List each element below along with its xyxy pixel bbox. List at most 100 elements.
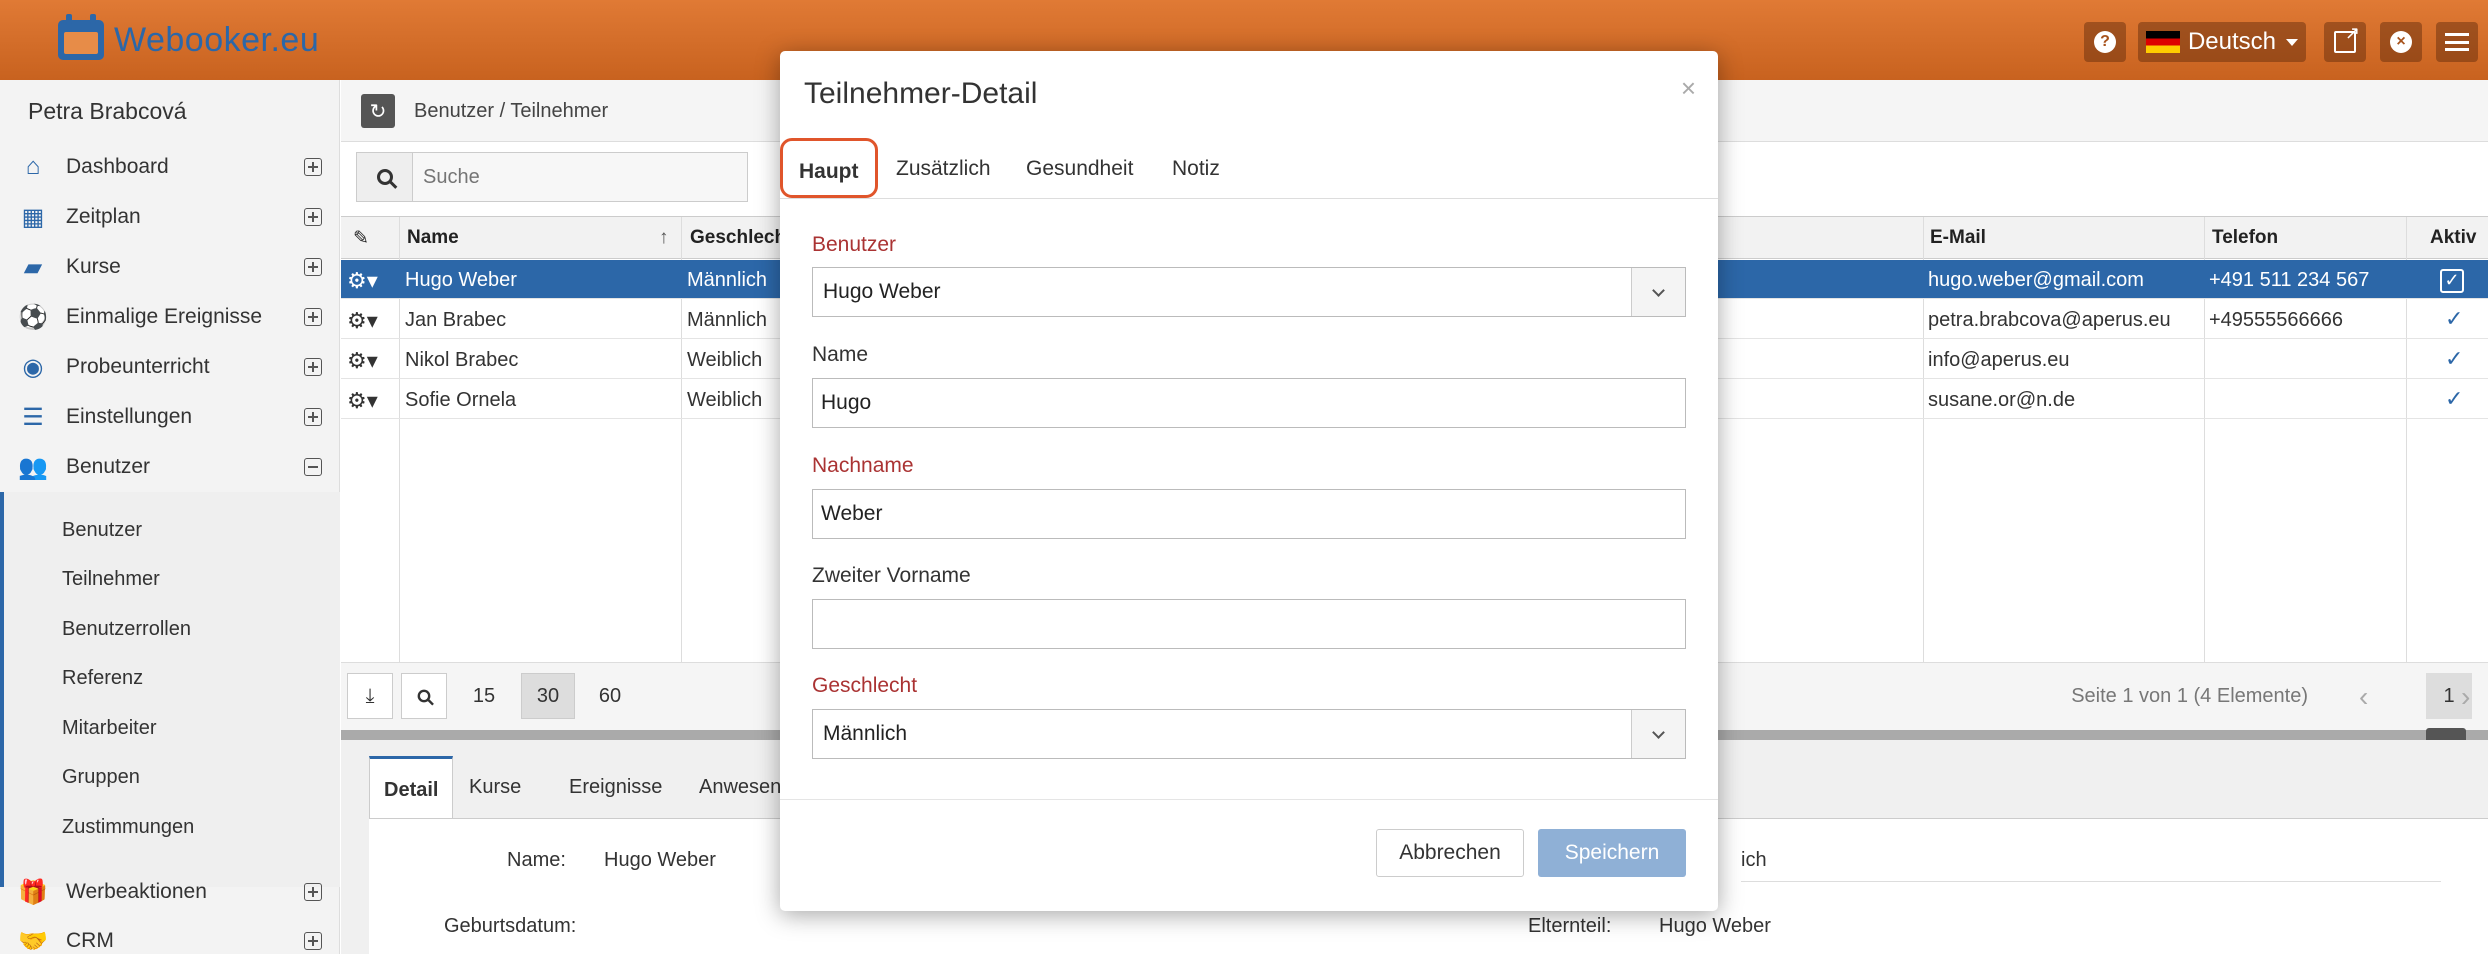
language-dropdown[interactable]: Deutsch bbox=[2138, 22, 2306, 62]
submenu-item-benutzer[interactable]: Benutzer bbox=[62, 519, 142, 542]
name-field[interactable]: Hugo bbox=[812, 378, 1686, 428]
expand-icon[interactable] bbox=[304, 932, 322, 950]
page-size-15[interactable]: 15 bbox=[461, 673, 507, 719]
expand-icon[interactable] bbox=[304, 208, 322, 226]
nachname-field[interactable]: Weber bbox=[812, 489, 1686, 539]
sidebar-item-dashboard[interactable]: ⌂ Dashboard bbox=[0, 142, 340, 192]
nachname-label: Nachname bbox=[812, 454, 914, 477]
tab-zusaetzlich[interactable]: Zusätzlich bbox=[896, 157, 991, 181]
column-header-name[interactable]: Name bbox=[407, 227, 459, 249]
user-name: Petra Brabcová bbox=[28, 98, 187, 124]
page-size-60[interactable]: 60 bbox=[587, 673, 633, 719]
column-header-phone[interactable]: Telefon bbox=[2212, 227, 2278, 249]
expand-icon[interactable] bbox=[304, 308, 322, 326]
submenu-item-gruppen[interactable]: Gruppen bbox=[62, 766, 140, 789]
submenu-item-benutzerrollen[interactable]: Benutzerrollen bbox=[62, 618, 191, 641]
paging-info: Seite 1 von 1 (4 Elemente) bbox=[2071, 685, 2308, 707]
refresh-button[interactable]: ↻ bbox=[361, 94, 395, 128]
submenu-item-teilnehmer[interactable]: Teilnehmer bbox=[62, 568, 160, 591]
gear-menu-icon[interactable]: ⚙▾ bbox=[347, 308, 378, 334]
sort-icon[interactable]: ↑ bbox=[659, 227, 669, 249]
sidebar-item-werbeaktionen[interactable]: 🎁 Werbeaktionen bbox=[0, 867, 340, 917]
download-icon: ⤓ bbox=[365, 684, 375, 707]
tab-gesundheit[interactable]: Gesundheit bbox=[1026, 157, 1133, 181]
server-icon: ☰ bbox=[22, 403, 44, 431]
language-label: Deutsch bbox=[2187, 28, 2277, 55]
filter-search-button[interactable] bbox=[401, 673, 447, 719]
column-header-gender[interactable]: Geschlech bbox=[690, 227, 786, 249]
geschlecht-selected-value: Männlich bbox=[823, 722, 908, 745]
geschlecht-label: Geschlecht bbox=[812, 674, 918, 697]
cell-phone: +491 511 234 567 bbox=[2209, 269, 2370, 291]
expand-icon[interactable] bbox=[304, 258, 322, 276]
save-button[interactable]: Speichern bbox=[1538, 829, 1686, 877]
select-toggle[interactable] bbox=[1631, 710, 1685, 758]
sidebar-item-label: Kurse bbox=[66, 255, 121, 278]
external-link-button[interactable] bbox=[2324, 22, 2366, 62]
check-icon: ✓ bbox=[2440, 268, 2464, 293]
tab-haupt[interactable]: Haupt bbox=[780, 138, 878, 198]
cell-email: susane.or@n.de bbox=[1928, 389, 2076, 411]
geschlecht-select[interactable]: Männlich bbox=[812, 709, 1686, 759]
gear-menu-icon[interactable]: ⚙▾ bbox=[347, 268, 378, 294]
sidebar-item-einmalige-ereignisse[interactable]: ⚽ Einmalige Ereignisse bbox=[0, 292, 340, 342]
question-icon: ? bbox=[2094, 31, 2116, 53]
submenu-item-mitarbeiter[interactable]: Mitarbeiter bbox=[62, 717, 156, 740]
modal-title: Teilnehmer-Detail bbox=[804, 77, 1038, 110]
detail-name-label: Name: bbox=[507, 849, 566, 871]
gear-menu-icon[interactable]: ⚙▾ bbox=[347, 348, 378, 374]
tab-kurse[interactable]: Kurse bbox=[469, 776, 521, 799]
prev-page-icon[interactable]: ‹ bbox=[2359, 681, 2368, 713]
benutzer-select[interactable]: Hugo Weber bbox=[812, 267, 1686, 317]
tab-anwesenheit[interactable]: Anwesen bbox=[699, 776, 781, 799]
sidebar-item-probeunterricht[interactable]: ◉ Probeunterricht bbox=[0, 342, 340, 392]
column-header-active[interactable]: Aktiv bbox=[2430, 227, 2476, 249]
expand-icon[interactable] bbox=[304, 883, 322, 901]
cell-email: petra.brabcova@aperus.eu bbox=[1928, 309, 2171, 331]
close-button[interactable]: × bbox=[1681, 73, 1696, 104]
search-input[interactable] bbox=[413, 153, 747, 201]
expand-icon[interactable] bbox=[304, 408, 322, 426]
export-button[interactable]: ⤓ bbox=[347, 673, 393, 719]
page-size-30[interactable]: 30 bbox=[521, 673, 575, 719]
next-page-icon[interactable]: › bbox=[2461, 681, 2470, 713]
chevron-down-icon bbox=[1652, 725, 1665, 739]
refresh-icon: ↻ bbox=[369, 100, 387, 123]
sidebar-item-crm[interactable]: 🤝 CRM bbox=[0, 916, 340, 954]
menu-button[interactable] bbox=[2436, 22, 2478, 62]
logout-button[interactable]: × bbox=[2380, 22, 2422, 62]
expand-icon[interactable] bbox=[304, 358, 322, 376]
tab-ereignisse[interactable]: Ereignisse bbox=[569, 776, 662, 799]
gear-menu-icon[interactable]: ⚙▾ bbox=[347, 388, 378, 414]
sidebar-item-kurse[interactable]: ▰ Kurse bbox=[0, 242, 340, 292]
sidebar-item-zeitplan[interactable]: ▦ Zeitplan bbox=[0, 192, 340, 242]
tab-detail[interactable]: Detail bbox=[369, 756, 454, 818]
sidebar-item-label: CRM bbox=[66, 929, 114, 952]
active-checkbox[interactable]: ✓ bbox=[2440, 266, 2464, 293]
logo[interactable]: Webooker.eu bbox=[58, 14, 319, 64]
active-check-icon: ✓ bbox=[2445, 306, 2464, 331]
benutzer-submenu: Benutzer Teilnehmer Benutzerrollen Refer… bbox=[0, 492, 340, 887]
detail-parent-value: Hugo Weber bbox=[1659, 915, 1771, 937]
sidebar-item-einstellungen[interactable]: ☰ Einstellungen bbox=[0, 392, 340, 442]
cell-gender: Männlich bbox=[687, 309, 768, 331]
search-icon bbox=[417, 689, 431, 703]
tab-notiz[interactable]: Notiz bbox=[1172, 157, 1220, 181]
edit-column-icon[interactable]: ✎ bbox=[353, 227, 369, 250]
german-flag-icon bbox=[2145, 31, 2180, 53]
sidebar-item-benutzer[interactable]: 👥 Benutzer bbox=[0, 442, 340, 492]
search-button[interactable] bbox=[357, 153, 413, 201]
submenu-item-zustimmungen[interactable]: Zustimmungen bbox=[62, 816, 194, 839]
submenu-item-referenz[interactable]: Referenz bbox=[62, 667, 143, 690]
zweiter-vorname-field[interactable] bbox=[812, 599, 1686, 649]
column-header-email[interactable]: E-Mail bbox=[1930, 227, 1986, 249]
expand-icon[interactable] bbox=[304, 158, 322, 176]
sidebar: Petra Brabcová ⌂ Dashboard ▦ Zeitplan ▰ … bbox=[0, 80, 340, 954]
cell-gender: Männlich bbox=[687, 269, 768, 291]
active-check-icon: ✓ bbox=[2445, 346, 2464, 371]
help-button[interactable]: ? bbox=[2084, 22, 2126, 62]
search-icon bbox=[376, 169, 393, 185]
collapse-icon[interactable] bbox=[304, 458, 322, 476]
cancel-button[interactable]: Abbrechen bbox=[1376, 829, 1524, 877]
select-toggle[interactable] bbox=[1631, 268, 1685, 316]
